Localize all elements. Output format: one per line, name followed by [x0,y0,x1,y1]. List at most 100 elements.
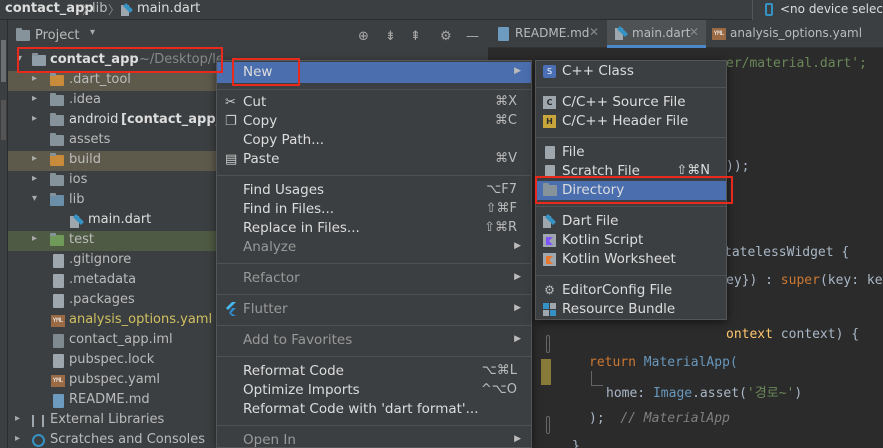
fold-icon[interactable] [546,335,550,353]
submenu-item-directory[interactable]: Directory [536,181,726,200]
menu-separator [217,263,531,264]
tab-main-dart[interactable]: main.dart ✕ [607,20,706,48]
submenu-item-dart-file[interactable]: Dart File [536,212,726,231]
chevron-right-icon[interactable]: ▸ [32,173,37,184]
code-line: ey}) : super(key: ke [726,273,883,288]
gear-icon[interactable]: ⚙ [440,29,452,44]
collapse-all-icon[interactable]: ⇞ [410,29,421,44]
folder-icon [32,53,46,66]
chevron-right-icon[interactable]: ▸ [15,413,20,424]
project-view-title[interactable]: Project [35,28,79,43]
submenu-item-resource-bundle[interactable]: Resource Bundle [536,300,726,319]
fold-icon[interactable] [546,416,550,434]
menu-item-optimize-imports[interactable]: Optimize Imports ^⌥O [217,381,531,400]
dart-file-icon [615,26,628,44]
menu-item-copy[interactable]: ❐ Copy ⌘C [217,112,531,131]
menu-separator [536,206,726,207]
tree-item-label: main.dart [88,212,152,227]
menu-separator [217,356,531,357]
flutter-icon [225,302,237,320]
menu-item-paste[interactable]: ▤ Paste ⌘V [217,150,531,169]
submenu-item-cpp-header[interactable]: H C/C++ Header File [536,112,726,131]
tree-item-label: External Libraries [50,412,165,427]
menu-item-find-in-files[interactable]: Find in Files... ⇧⌘F [217,200,531,219]
menu-item-analyze[interactable]: Analyze ▶ [217,238,531,257]
cpp-source-icon: C [543,96,556,109]
submenu-item-scratch-file[interactable]: Scratch File ⇧⌘N [536,162,726,181]
submenu-arrow-icon: ▶ [514,434,521,444]
menu-item-add-to-favorites[interactable]: Add to Favorites ▶ [217,331,531,350]
phone-icon [765,3,773,16]
chevron-down-icon[interactable]: ▾ [17,53,22,64]
yaml-file-icon: YML [51,315,65,327]
chevron-right-icon[interactable]: ▸ [32,153,37,164]
menu-item-reformat-code[interactable]: Reformat Code ⌥⌘L [217,362,531,381]
breadcrumb-file[interactable]: main.dart [137,1,200,16]
chevron-right-icon[interactable]: ▸ [32,73,37,84]
device-selector[interactable]: <no device selected> [752,0,883,20]
tree-item-label: .gitignore [69,252,132,267]
tree-item-label: android [69,112,119,127]
yaml-file-icon: YML [51,375,65,387]
chevron-right-icon[interactable]: ▸ [32,233,37,244]
file-icon [545,146,555,159]
code-line: er/material.dart'; [726,56,867,71]
chevron-down-icon[interactable]: ▾ [32,193,37,204]
paste-icon: ▤ [225,152,238,167]
tree-item-label: .packages [69,292,135,307]
menu-item-open-in[interactable]: Open In ▶ [217,431,531,448]
hide-icon[interactable]: — [466,29,479,44]
tab-analysis-options[interactable]: YML analysis_options.yaml [706,20,883,48]
submenu-item-kotlin-worksheet[interactable]: Kotlin Worksheet [536,250,726,269]
tab-readme[interactable]: README.md ✕ [488,20,607,48]
folder-icon [50,193,64,206]
menu-item-new[interactable]: New ▶ [217,62,531,83]
breadcrumb-project[interactable]: contact_app [5,1,94,16]
tree-item-label: analysis_options.yaml [69,312,213,327]
file-icon [53,274,64,288]
submenu-item-editorconfig[interactable]: ⚙ EditorConfig File [536,281,726,300]
submenu-item-cpp-source[interactable]: C C/C++ Source File [536,93,726,112]
chevron-right-icon[interactable]: ▸ [32,93,37,104]
dart-file-icon [121,3,133,17]
folder-icon [50,93,64,106]
gear-icon: ⚙ [544,283,555,297]
tree-item-label: .dart_tool [69,72,131,87]
tree-item-label: build [69,152,101,167]
library-icon [32,415,44,427]
dart-file-icon [70,214,84,232]
tree-item-label: README.md [69,392,150,407]
submenu-item-kotlin-script[interactable]: Kotlin Script [536,231,726,250]
close-icon[interactable]: ✕ [689,25,699,39]
breadcrumb-separator: 〉 [108,3,121,17]
menu-item-replace-in-files[interactable]: Replace in Files... ⇧⌘R [217,219,531,238]
menu-item-copy-path[interactable]: Copy Path... [217,131,531,150]
tool-tab[interactable] [1,100,6,140]
close-icon[interactable]: ✕ [589,25,599,39]
submenu-item-cpp-class[interactable]: S C++ Class [536,62,726,81]
folder-icon [50,153,64,166]
submenu-item-file[interactable]: File [536,143,726,162]
menu-item-reformat-dart-format[interactable]: Reformat Code with 'dart format'... [217,400,531,419]
file-icon [53,354,64,368]
tree-root-path: ~/Desktop/le [139,52,224,67]
code-line: tatelessWidget { [724,245,850,260]
copy-icon: ❐ [225,114,237,129]
submenu-arrow-icon: ▶ [514,272,521,282]
gutter-change-marker [541,359,551,385]
chevron-right-icon[interactable]: ▸ [15,433,20,444]
context-menu: New ▶ ✂ Cut ⌘X ❐ Copy ⌘C Copy Path... ▤ … [216,60,532,448]
project-tool-tab[interactable] [1,40,6,82]
chevron-right-icon[interactable]: ▸ [32,113,37,124]
menu-item-cut[interactable]: ✂ Cut ⌘X [217,93,531,112]
breadcrumb-folder[interactable]: lib [92,1,107,16]
menu-item-find-usages[interactable]: Find Usages ⌥F7 [217,181,531,200]
locate-icon[interactable]: ⊕ [358,29,369,44]
tree-root-label: contact_app [50,52,139,67]
expand-all-icon[interactable]: ⇟ [385,29,396,44]
chevron-down-icon[interactable]: ▾ [90,27,95,38]
indent-guide [591,371,592,385]
menu-item-flutter[interactable]: Flutter ▶ [217,300,531,319]
menu-item-refactor[interactable]: Refactor ▶ [217,269,531,288]
tree-item-label: contact_app.iml [69,332,173,347]
